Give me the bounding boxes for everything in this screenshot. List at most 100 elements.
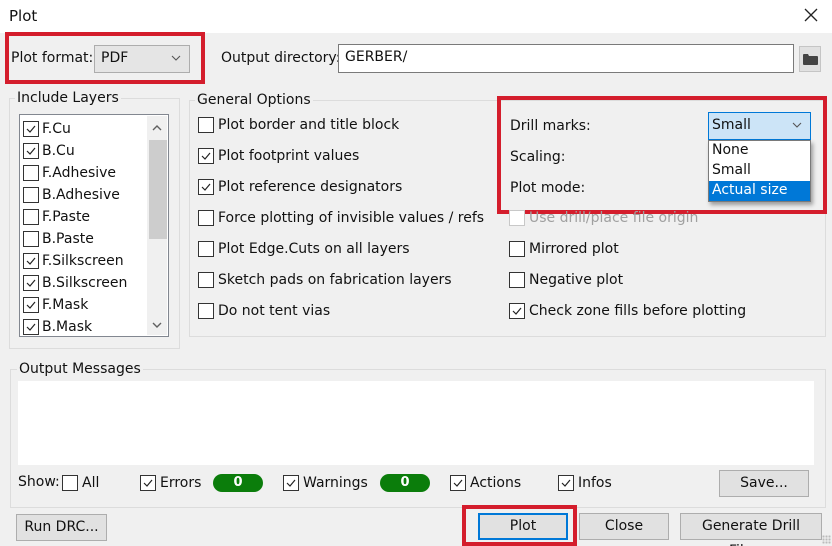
drill-marks-dropdown: None Small Actual size bbox=[708, 140, 811, 202]
checkbox[interactable] bbox=[140, 475, 156, 491]
checkbox[interactable] bbox=[23, 209, 39, 225]
checkbox[interactable] bbox=[509, 303, 525, 319]
checkbox[interactable] bbox=[23, 143, 39, 159]
close-x-icon[interactable] bbox=[800, 4, 822, 26]
layer-item[interactable]: B.Silkscreen bbox=[20, 272, 168, 294]
checkbox[interactable] bbox=[198, 272, 214, 288]
layer-label: B.Cu bbox=[42, 143, 75, 159]
option-label: Plot border and title block bbox=[218, 117, 400, 133]
count-badge: 0 bbox=[213, 474, 263, 492]
chevron-down-icon bbox=[792, 122, 802, 128]
close-button[interactable]: Close bbox=[579, 513, 669, 540]
checkbox[interactable] bbox=[198, 148, 214, 164]
checkbox[interactable] bbox=[509, 241, 525, 257]
layer-item[interactable]: B.Cu bbox=[20, 140, 168, 162]
option-label: Plot reference designators bbox=[218, 179, 403, 195]
checkbox[interactable] bbox=[23, 297, 39, 313]
checkbox[interactable] bbox=[23, 319, 39, 335]
option-label: Do not tent vias bbox=[218, 303, 331, 319]
plot-format-label: Plot format: bbox=[11, 50, 94, 66]
plot-format-value: PDF bbox=[101, 50, 129, 66]
checkbox[interactable] bbox=[62, 475, 78, 491]
layer-label: F.Cu bbox=[42, 121, 71, 137]
checkbox[interactable] bbox=[558, 475, 574, 491]
option-label: Force plotting of invisible values / ref… bbox=[218, 210, 485, 226]
output-directory-input[interactable]: GERBER/ bbox=[338, 44, 794, 73]
output-messages-area[interactable] bbox=[18, 381, 814, 465]
folder-icon bbox=[803, 54, 818, 65]
save-messages-button[interactable]: Save... bbox=[719, 470, 809, 497]
option-checkbox-row[interactable]: Force plotting of invisible values / ref… bbox=[198, 210, 484, 226]
checkbox[interactable] bbox=[23, 165, 39, 181]
layer-item[interactable]: F.Cu bbox=[20, 118, 168, 140]
layer-label: B.Silkscreen bbox=[42, 275, 128, 291]
checkbox[interactable] bbox=[23, 231, 39, 247]
layer-label: B.Paste bbox=[42, 231, 94, 247]
checkbox[interactable] bbox=[283, 475, 299, 491]
layer-item[interactable]: B.Adhesive bbox=[20, 184, 168, 206]
option-checkbox-row[interactable]: Sketch pads on fabrication layers bbox=[198, 272, 452, 288]
checkbox[interactable] bbox=[450, 475, 466, 491]
dropdown-option[interactable]: Small bbox=[709, 161, 810, 181]
option-checkbox-row[interactable]: Check zone fills before plotting bbox=[509, 303, 746, 319]
option-label: Use drill/place file origin bbox=[529, 210, 699, 226]
option-checkbox-row[interactable]: Plot footprint values bbox=[198, 148, 359, 164]
filter-infos[interactable]: Infos bbox=[558, 475, 612, 491]
option-checkbox-row[interactable]: Negative plot bbox=[509, 272, 623, 288]
option-label: Sketch pads on fabrication layers bbox=[218, 272, 452, 288]
drill-marks-select[interactable]: Small bbox=[708, 112, 811, 140]
option-checkbox-row[interactable]: Mirrored plot bbox=[509, 241, 619, 257]
plot-mode-label: Plot mode: bbox=[510, 180, 586, 196]
window-title: Plot bbox=[9, 7, 38, 25]
layer-label: F.Adhesive bbox=[42, 165, 117, 181]
layer-label: B.Mask bbox=[42, 319, 93, 335]
filter-label: Infos bbox=[578, 475, 612, 491]
filter-label: All bbox=[82, 475, 100, 491]
scroll-up-icon[interactable] bbox=[152, 124, 162, 131]
layer-item[interactable]: B.Paste bbox=[20, 228, 168, 250]
dropdown-option[interactable]: None bbox=[709, 141, 810, 161]
checkbox[interactable] bbox=[198, 179, 214, 195]
layer-label: F.Paste bbox=[42, 209, 91, 225]
resize-grip[interactable] bbox=[822, 535, 831, 544]
dropdown-option[interactable]: Actual size bbox=[709, 181, 810, 201]
layer-list-scrollbar[interactable] bbox=[147, 116, 167, 335]
checkbox[interactable] bbox=[23, 187, 39, 203]
layer-item[interactable]: B.Mask bbox=[20, 316, 168, 338]
include-layers-title: Include Layers bbox=[15, 90, 121, 106]
filter-warnings[interactable]: Warnings bbox=[283, 475, 368, 491]
layer-list[interactable]: F.Cu B.Cu F.Adhesive B.Adhesive F.Paste B.Pas… bbox=[19, 114, 169, 337]
checkbox[interactable] bbox=[509, 272, 525, 288]
count-badge: 0 bbox=[380, 474, 430, 492]
layer-item[interactable]: F.Mask bbox=[20, 294, 168, 316]
layer-item[interactable]: F.Paste bbox=[20, 206, 168, 228]
checkbox[interactable] bbox=[198, 241, 214, 257]
option-checkbox-row: Use drill/place file origin bbox=[509, 210, 698, 226]
checkbox[interactable] bbox=[23, 253, 39, 269]
filter-actions[interactable]: Actions bbox=[450, 475, 521, 491]
scroll-down-icon[interactable] bbox=[152, 322, 162, 329]
output-messages-title: Output Messages bbox=[17, 361, 143, 377]
option-label: Mirrored plot bbox=[529, 241, 619, 257]
option-label: Plot Edge.Cuts on all layers bbox=[218, 241, 410, 257]
filter-errors[interactable]: Errors bbox=[140, 475, 201, 491]
plot-button[interactable]: Plot bbox=[478, 513, 568, 540]
generate-drill-files-button[interactable]: Generate Drill Files... bbox=[680, 513, 822, 546]
drill-marks-label: Drill marks: bbox=[510, 118, 591, 134]
option-checkbox-row[interactable]: Plot Edge.Cuts on all layers bbox=[198, 241, 410, 257]
plot-format-select[interactable]: PDF bbox=[94, 45, 190, 73]
checkbox[interactable] bbox=[23, 121, 39, 137]
option-checkbox-row[interactable]: Plot border and title block bbox=[198, 117, 399, 133]
checkbox[interactable] bbox=[198, 210, 214, 226]
checkbox[interactable] bbox=[198, 117, 214, 133]
run-drc-button[interactable]: Run DRC... bbox=[16, 514, 107, 541]
layer-item[interactable]: F.Silkscreen bbox=[20, 250, 168, 272]
option-checkbox-row[interactable]: Plot reference designators bbox=[198, 179, 402, 195]
browse-folder-button[interactable] bbox=[799, 46, 821, 72]
layer-item[interactable]: F.Adhesive bbox=[20, 162, 168, 184]
option-checkbox-row[interactable]: Do not tent vias bbox=[198, 303, 330, 319]
scrollbar-thumb[interactable] bbox=[149, 140, 167, 239]
filter-all[interactable]: All bbox=[62, 475, 99, 491]
checkbox[interactable] bbox=[23, 275, 39, 291]
checkbox[interactable] bbox=[198, 303, 214, 319]
